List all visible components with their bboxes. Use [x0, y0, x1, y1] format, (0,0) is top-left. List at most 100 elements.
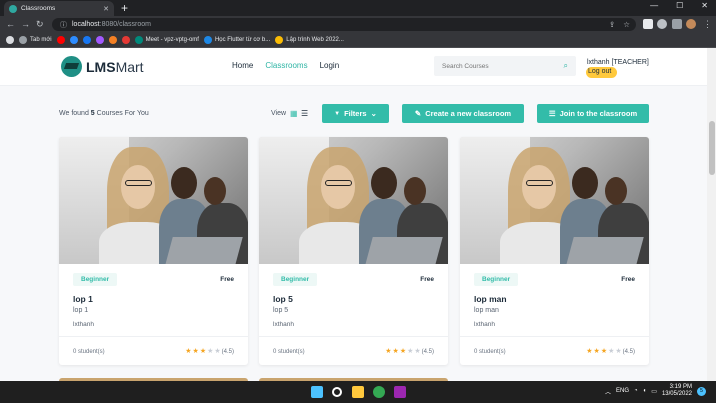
back-icon[interactable]: ←	[6, 19, 15, 29]
search-box: ⌕	[434, 56, 576, 76]
star-icon: ★	[593, 348, 600, 355]
sidepanel-icon[interactable]	[672, 19, 682, 29]
bookmark-star-icon[interactable]: ☆	[623, 18, 630, 31]
bookmark-item[interactable]	[56, 36, 65, 44]
card-divider	[59, 336, 248, 337]
youtube-icon	[56, 36, 65, 44]
ide-icon[interactable]	[394, 386, 406, 398]
card-divider	[259, 336, 448, 337]
browser-tab[interactable]: Classrooms ✕	[4, 1, 114, 16]
course-card[interactable]: Beginner Free lop 5 lop 5 lxthanh 0 stud…	[259, 137, 448, 365]
bookmark-item[interactable]: Meet - vpz-vptg-omf	[134, 36, 199, 44]
language-indicator[interactable]: ENG	[616, 388, 629, 394]
facebook-icon	[82, 36, 91, 44]
bookmark-item[interactable]	[121, 36, 130, 44]
minimize-icon[interactable]: —	[650, 1, 658, 10]
results-number: 5	[90, 110, 95, 117]
price-label: Free	[220, 276, 234, 283]
clock[interactable]: 3:19 PM 13/05/2022	[662, 384, 692, 398]
bookmark-label: Meet - vpz-vptg-omf	[145, 37, 199, 43]
file-explorer-icon[interactable]	[352, 386, 364, 398]
wifi-icon[interactable]: ◔	[634, 388, 638, 394]
url-text: localhost:8080/classroom	[72, 21, 151, 28]
extensions-puzzle-icon[interactable]	[657, 19, 667, 29]
extension-icon[interactable]	[643, 19, 653, 29]
bookmark-item[interactable]	[108, 36, 117, 44]
tray-chevron-icon[interactable]: ︿	[605, 387, 611, 396]
bookmark-label: Lập trình Web 2022...	[286, 37, 344, 43]
nav-classrooms[interactable]: Classrooms	[265, 61, 307, 70]
apps-icon	[6, 36, 14, 44]
window-controls: — ☐ ✕	[650, 1, 708, 10]
star-icon: ★	[414, 348, 421, 355]
rating: ★ ★ ★ ★ ★ (4.5)	[586, 348, 635, 355]
course-thumbnail	[259, 137, 448, 264]
nav-login[interactable]: Login	[320, 61, 340, 70]
course-title[interactable]: lop 5	[273, 294, 293, 304]
student-count: 0 student(s)	[273, 349, 305, 355]
browser-menu-icon[interactable]: ⋮	[703, 19, 712, 29]
create-classroom-label: Create a new classroom	[425, 109, 512, 118]
course-teacher: lxthanh	[474, 321, 495, 328]
profile-avatar[interactable]	[686, 19, 696, 29]
bookmark-item[interactable]	[82, 36, 91, 44]
logout-button[interactable]: Log out	[586, 67, 618, 78]
course-description: lop 1	[73, 307, 89, 314]
nav-home[interactable]: Home	[232, 61, 253, 70]
level-badge: Beginner	[73, 273, 118, 286]
forward-icon[interactable]: →	[21, 19, 30, 29]
grid-view-icon[interactable]: ▦	[290, 109, 298, 118]
volume-icon[interactable]: ◖	[643, 388, 647, 394]
site-logo[interactable]: LMSMart	[61, 56, 144, 77]
join-classroom-button[interactable]: ☰ Join to the classroom	[537, 104, 649, 123]
course-card[interactable]: Beginner Free lop man lop man lxthanh 0 …	[460, 137, 649, 365]
site-info-icon[interactable]: ⓘ	[60, 20, 67, 30]
bookmark-item[interactable]	[95, 36, 104, 44]
bookmark-item[interactable]: Học Flutter từ cơ b...	[203, 36, 270, 44]
search-input[interactable]	[442, 62, 542, 70]
rating: ★ ★ ★ ★ ★ (4.5)	[385, 348, 434, 355]
search-taskbar-icon[interactable]	[332, 387, 342, 397]
star-icon: ★	[192, 348, 199, 355]
bookmark-item[interactable]: Lập trình Web 2022...	[275, 36, 344, 44]
price-label: Free	[420, 276, 434, 283]
stackoverflow-icon	[108, 36, 117, 44]
maximize-icon[interactable]: ☐	[676, 1, 683, 10]
logo-suffix: Mart	[115, 58, 144, 75]
bookmark-item[interactable]	[69, 36, 78, 44]
star-icon: ★	[407, 348, 414, 355]
drive-icon	[275, 36, 284, 44]
chrome-icon[interactable]	[373, 386, 385, 398]
star-icon: ★	[214, 348, 221, 355]
battery-icon[interactable]: ▭	[651, 388, 657, 395]
create-classroom-button[interactable]: ✎ Create a new classroom	[402, 104, 524, 123]
share-icon[interactable]: ⇪	[609, 18, 615, 31]
tab-title: Classrooms	[21, 5, 56, 12]
site-favicon-icon	[9, 4, 17, 13]
course-card[interactable]: Beginner Free lop 1 lop 1 lxthanh 0 stud…	[59, 137, 248, 365]
new-tab-button[interactable]: +	[121, 1, 128, 15]
search-icon[interactable]: ⌕	[564, 61, 568, 71]
level-badge: Beginner	[273, 273, 318, 286]
course-title[interactable]: lop 1	[73, 294, 93, 304]
notification-badge[interactable]: 5	[697, 386, 706, 396]
bookmark-item[interactable]: Tab mới	[19, 36, 52, 44]
address-bar[interactable]: ⓘ localhost:8080/classroom ⇪ ☆	[52, 18, 636, 31]
tab-close-icon[interactable]: ✕	[103, 5, 109, 13]
scrollbar-thumb[interactable]	[709, 121, 715, 175]
filters-button[interactable]: ▼ Filters ⌄	[322, 104, 389, 123]
page-scrollbar[interactable]	[707, 48, 716, 381]
windows-start-icon[interactable]	[311, 386, 323, 398]
star-icon: ★	[392, 348, 399, 355]
star-icon: ★	[199, 348, 207, 355]
student-count: 0 student(s)	[474, 349, 506, 355]
bookmark-item[interactable]	[6, 36, 14, 44]
list-view-icon[interactable]: ☰	[301, 109, 308, 118]
reload-icon[interactable]: ↻	[36, 19, 44, 29]
filter-icon: ▼	[334, 110, 341, 117]
logo-text: LMSMart	[86, 59, 144, 75]
course-description: lop 5	[273, 307, 289, 314]
zoom-icon	[69, 36, 78, 44]
close-window-icon[interactable]: ✕	[701, 1, 708, 10]
course-title[interactable]: lop man	[474, 294, 507, 304]
